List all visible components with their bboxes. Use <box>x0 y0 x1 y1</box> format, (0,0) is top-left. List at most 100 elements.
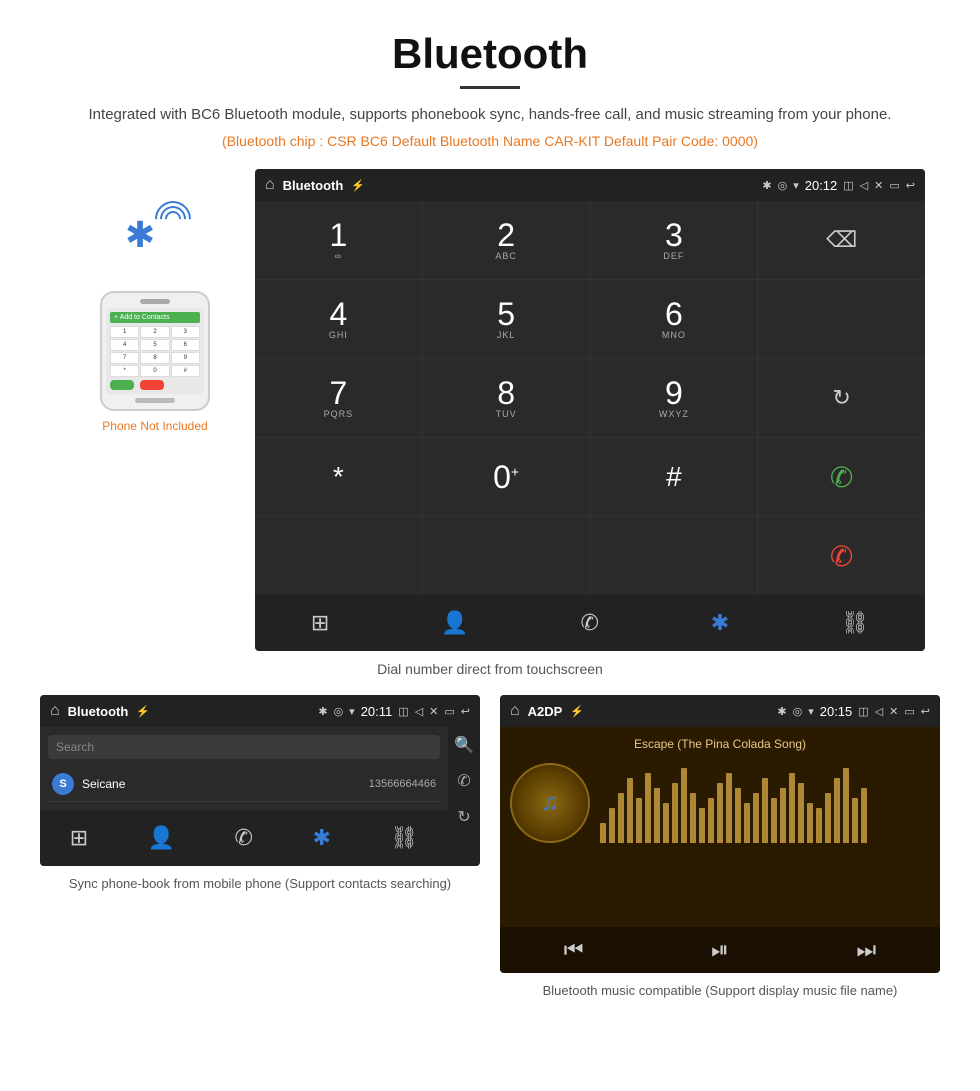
dial-key-9[interactable]: 9 WXYZ <box>591 359 758 437</box>
time-display: 20:12 <box>805 178 838 193</box>
contacts-icon[interactable]: 👤 <box>441 610 468 636</box>
music-status-left: ⌂ A2DP ⚡ <box>510 702 584 720</box>
eq-bar <box>789 773 795 843</box>
refresh-key[interactable]: ↻ <box>758 359 925 437</box>
play-pause-icon[interactable]: ⏯ <box>711 937 729 963</box>
page-title: Bluetooth <box>20 30 960 78</box>
contact-row[interactable]: S Seicane 13566664466 <box>48 767 440 802</box>
pb-bt-nav-icon[interactable]: ✱ <box>312 825 330 851</box>
pb-contacts-icon[interactable]: 👤 <box>148 825 175 851</box>
dial-key-8[interactable]: 8 TUV <box>423 359 590 437</box>
music-home-icon[interactable]: ⌂ <box>510 702 520 720</box>
status-right: ✱ ◎ ▾ 20:12 ◫ ◁ ✕ ▭ ↩ <box>762 178 915 193</box>
call-green-key[interactable]: ✆ <box>758 438 925 516</box>
dial-key-6[interactable]: 6 MNO <box>591 280 758 358</box>
pb-win-icon[interactable]: ▭ <box>444 705 454 718</box>
volume-icon[interactable]: ◁ <box>860 179 868 192</box>
call-red-key[interactable]: ✆ <box>758 517 925 595</box>
music-bt-icon: ✱ <box>777 705 786 718</box>
song-title: Escape (The Pina Colada Song) <box>510 737 930 751</box>
pb-link-icon[interactable]: ⛓ <box>390 825 418 851</box>
pb-back-icon[interactable]: ↩ <box>461 705 470 718</box>
bottom-bar: ⊞ 👤 ✆ ✱ ⛓ <box>255 595 925 651</box>
grid-icon[interactable]: ⊞ <box>311 610 329 636</box>
pb-search-icon[interactable]: 🔍 <box>454 735 474 755</box>
pb-app-name: Bluetooth <box>68 704 129 719</box>
pb-usb-icon: ⚡ <box>136 705 150 718</box>
link-icon[interactable]: ⛓ <box>841 610 869 636</box>
dial-caption: Dial number direct from touchscreen <box>0 661 980 677</box>
pb-call-icon[interactable]: ✆ <box>454 771 474 791</box>
pb-close-icon[interactable]: ✕ <box>429 705 438 718</box>
back-icon[interactable]: ↩ <box>906 179 915 192</box>
equalizer <box>600 763 930 843</box>
phone-key: 9 <box>171 352 200 364</box>
prev-track-icon[interactable]: ⏮ <box>564 937 584 963</box>
dial-key-5[interactable]: 5 JKL <box>423 280 590 358</box>
music-wrapper: ⌂ A2DP ⚡ ✱ ◎ ▾ 20:15 ◫ ◁ ✕ ▭ ↩ Esc <box>500 695 940 1001</box>
close-icon[interactable]: ✕ <box>874 179 883 192</box>
location-icon: ◎ <box>778 179 788 192</box>
bluetooth-status-icon: ✱ <box>762 179 771 192</box>
dial-key-2[interactable]: 2 ABC <box>423 201 590 279</box>
pb-cam-icon[interactable]: ◫ <box>398 705 408 718</box>
eq-bar <box>636 798 642 843</box>
camera-icon[interactable]: ◫ <box>843 179 853 192</box>
next-track-icon[interactable]: ⏭ <box>856 937 876 963</box>
eq-bar <box>825 793 831 843</box>
bluetooth-icon-area: ✱ <box>115 199 195 279</box>
dial-key-hash[interactable]: # <box>591 438 758 516</box>
empty-cell-4 <box>591 517 758 595</box>
dial-key-1[interactable]: 1 ∞ <box>255 201 422 279</box>
eq-bar <box>753 793 759 843</box>
eq-bar <box>861 788 867 843</box>
eq-bar <box>816 808 822 843</box>
bluetooth-symbol-icon: ✱ <box>125 214 155 256</box>
dial-key-star[interactable]: * <box>255 438 422 516</box>
dial-key-3[interactable]: 3 DEF <box>591 201 758 279</box>
search-bar[interactable]: Search <box>48 735 440 759</box>
pb-status-left: ⌂ Bluetooth ⚡ <box>50 702 150 720</box>
music-controls: ⏮ ⏯ ⏭ <box>500 927 940 973</box>
pb-bt-icon: ✱ <box>318 705 327 718</box>
eq-bar <box>699 808 705 843</box>
eq-bar <box>681 768 687 843</box>
dial-key-0[interactable]: 0+ <box>423 438 590 516</box>
music-vol-icon[interactable]: ◁ <box>875 705 883 718</box>
music-close-icon[interactable]: ✕ <box>889 705 898 718</box>
eq-bar <box>834 778 840 843</box>
call-btn <box>110 380 134 390</box>
music-app-name: A2DP <box>528 704 563 719</box>
eq-bar <box>744 803 750 843</box>
music-back-icon[interactable]: ↩ <box>921 705 930 718</box>
music-content: Escape (The Pina Colada Song) ♫ <box>500 727 940 927</box>
dial-key-4[interactable]: 4 GHI <box>255 280 422 358</box>
home-icon[interactable]: ⌂ <box>265 176 275 194</box>
music-status-right: ✱ ◎ ▾ 20:15 ◫ ◁ ✕ ▭ ↩ <box>777 704 930 719</box>
phone-icon[interactable]: ✆ <box>580 610 598 636</box>
music-win-icon[interactable]: ▭ <box>904 705 914 718</box>
empty-cell-2 <box>255 517 422 595</box>
bluetooth-nav-icon[interactable]: ✱ <box>711 610 729 636</box>
pb-time: 20:11 <box>361 704 393 719</box>
dial-key-7[interactable]: 7 PQRS <box>255 359 422 437</box>
eq-bar <box>852 798 858 843</box>
pb-phone-icon[interactable]: ✆ <box>235 825 253 851</box>
pb-refresh-icon[interactable]: ↻ <box>454 807 474 827</box>
eq-bar <box>807 803 813 843</box>
eq-bar <box>735 788 741 843</box>
phone-speaker <box>140 299 170 304</box>
pb-status-right: ✱ ◎ ▾ 20:11 ◫ ◁ ✕ ▭ ↩ <box>318 704 470 719</box>
phonebook-status-bar: ⌂ Bluetooth ⚡ ✱ ◎ ▾ 20:11 ◫ ◁ ✕ ▭ ↩ <box>40 695 480 727</box>
music-cam-icon[interactable]: ◫ <box>858 705 868 718</box>
pb-grid-icon[interactable]: ⊞ <box>70 825 88 851</box>
title-section: Bluetooth Integrated with BC6 Bluetooth … <box>0 0 980 169</box>
album-art: ♫ <box>510 763 590 843</box>
window-icon[interactable]: ▭ <box>889 179 899 192</box>
pb-vol-icon[interactable]: ◁ <box>415 705 423 718</box>
search-placeholder: Search <box>56 740 94 754</box>
eq-bar <box>618 793 624 843</box>
pb-home-icon[interactable]: ⌂ <box>50 702 60 720</box>
eq-bar <box>762 778 768 843</box>
backspace-key[interactable]: ⌫ <box>758 201 925 279</box>
